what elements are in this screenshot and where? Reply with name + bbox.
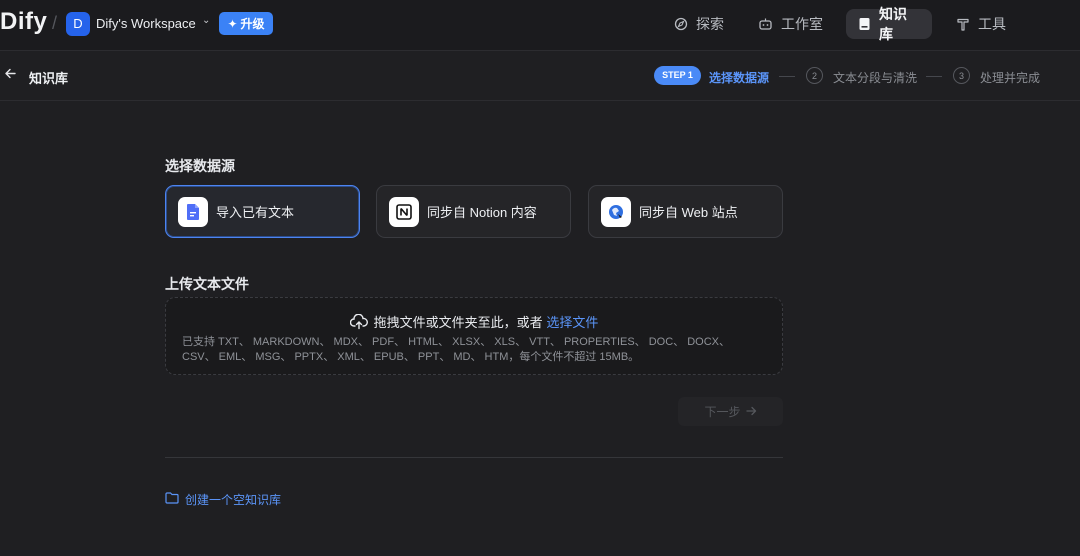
sub-header: 知识库 STEP 1 选择数据源 2 文本分段与清洗 3 处理并完成 bbox=[0, 51, 1080, 101]
source-option-web[interactable]: 同步自 Web 站点 bbox=[588, 185, 783, 238]
dropzone-prompt: 拖拽文件或文件夹至此，或者 选择文件 bbox=[166, 312, 782, 333]
hammer-icon bbox=[956, 17, 970, 31]
step-connector bbox=[926, 76, 942, 77]
data-source-title: 选择数据源 bbox=[165, 158, 235, 174]
workspace-name[interactable]: Dify's Workspace bbox=[96, 16, 196, 31]
section-divider bbox=[165, 457, 783, 458]
arrow-right-icon bbox=[745, 405, 757, 419]
supported-formats-line: CSV、 EML、 MSG、 PPTX、 XML、 EPUB、 PPT、 MD、… bbox=[182, 351, 640, 363]
step-2-label: 文本分段与清洗 bbox=[833, 71, 918, 85]
nav-label: 探索 bbox=[696, 16, 724, 32]
source-option-label: 同步自 Notion 内容 bbox=[427, 205, 537, 220]
arrow-left-icon[interactable] bbox=[4, 67, 17, 85]
step-3-number: 3 bbox=[953, 67, 970, 84]
book-icon bbox=[858, 17, 871, 31]
source-option-import-text[interactable]: 导入已有文本 bbox=[165, 185, 360, 238]
nav-label: 工作室 bbox=[781, 16, 823, 32]
notion-icon bbox=[389, 196, 419, 227]
step-2-number: 2 bbox=[806, 67, 823, 84]
next-step-button[interactable]: 下一步 bbox=[678, 397, 783, 426]
create-empty-knowledge-label: 创建一个空知识库 bbox=[185, 493, 282, 507]
robot-icon bbox=[758, 17, 773, 31]
source-option-label: 同步自 Web 站点 bbox=[639, 205, 738, 220]
chevron-down-icon[interactable]: ⌄ bbox=[202, 15, 210, 26]
nav-item-explore[interactable]: 探索 bbox=[662, 9, 736, 39]
next-step-label: 下一步 bbox=[704, 405, 741, 419]
source-option-label: 导入已有文本 bbox=[216, 205, 295, 220]
create-empty-knowledge-link[interactable]: 创建一个空知识库 bbox=[165, 491, 281, 508]
step-connector bbox=[779, 76, 795, 77]
supported-formats: 已支持 TXT、 MARKDOWN、 MDX、 PDF、 HTML、 XLSX、… bbox=[182, 335, 772, 365]
upgrade-label: 升级 bbox=[240, 17, 265, 31]
nav-label: 工具 bbox=[978, 16, 1006, 32]
compass-icon bbox=[674, 17, 688, 31]
select-file-link[interactable]: 选择文件 bbox=[546, 315, 598, 330]
step-3-label: 处理并完成 bbox=[980, 71, 1041, 85]
sparkle-icon: ✦ bbox=[227, 16, 238, 31]
file-dropzone[interactable]: 拖拽文件或文件夹至此，或者 选择文件 已支持 TXT、 MARKDOWN、 MD… bbox=[165, 297, 783, 375]
supported-formats-line: 已支持 TXT、 MARKDOWN、 MDX、 PDF、 HTML、 XLSX、… bbox=[182, 336, 731, 348]
upgrade-button[interactable]: ✦ 升级 bbox=[219, 12, 273, 35]
top-navbar: Dify / D Dify's Workspace ⌄ ✦ 升级 探索 工作室 … bbox=[0, 0, 1080, 51]
document-icon bbox=[178, 196, 208, 227]
cloud-upload-icon bbox=[349, 313, 368, 333]
nav-item-knowledge[interactable]: 知识库 bbox=[846, 6, 932, 42]
folder-icon bbox=[165, 492, 179, 507]
step-1-label: 选择数据源 bbox=[709, 71, 770, 85]
app-logo[interactable]: Dify bbox=[0, 8, 47, 36]
page-title: 知识库 bbox=[29, 71, 69, 86]
breadcrumb-separator: / bbox=[52, 13, 58, 33]
nav-item-tools[interactable]: 工具 bbox=[944, 9, 1018, 39]
step-1-badge: STEP 1 bbox=[654, 66, 701, 85]
workspace-avatar[interactable]: D bbox=[66, 12, 90, 36]
source-option-notion[interactable]: 同步自 Notion 内容 bbox=[376, 185, 571, 238]
web-icon bbox=[601, 196, 631, 227]
nav-label: 知识库 bbox=[879, 6, 907, 42]
dropzone-text: 拖拽文件或文件夹至此，或者 bbox=[373, 315, 543, 330]
upload-title: 上传文本文件 bbox=[165, 276, 249, 292]
nav-item-studio[interactable]: 工作室 bbox=[746, 9, 835, 39]
